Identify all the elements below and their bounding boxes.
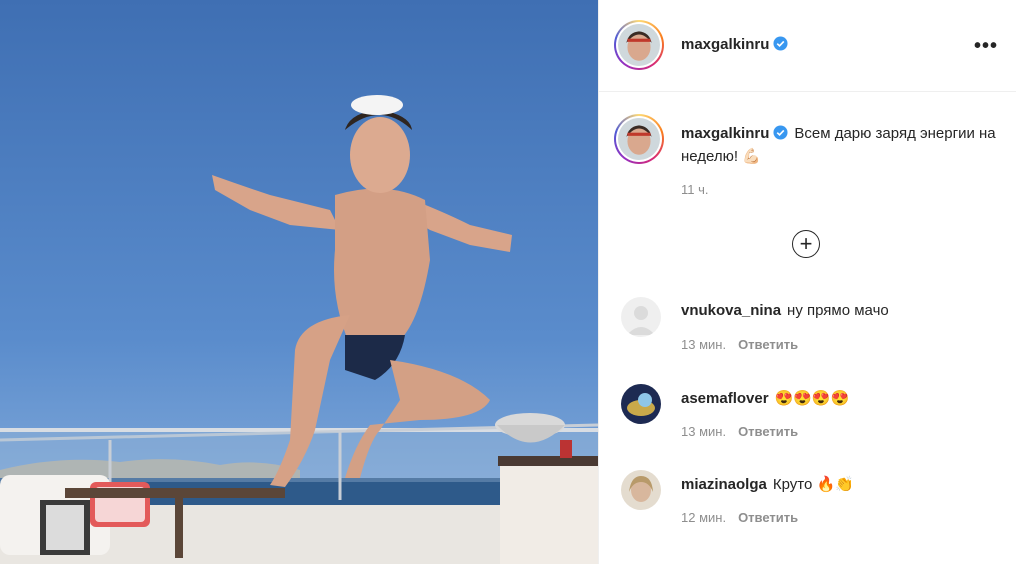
comment-avatar-image xyxy=(621,384,661,424)
author-avatar-image xyxy=(618,24,660,66)
reply-button[interactable]: Ответить xyxy=(738,337,798,352)
more-options-button[interactable]: ••• xyxy=(974,36,998,56)
post-timestamp[interactable]: 11 ч. xyxy=(681,182,709,197)
comment-text: asemaflover 😍😍😍😍 xyxy=(681,389,849,407)
comment-meta: 13 мин. Ответить xyxy=(681,424,798,439)
comment-item: miazinaolga Круто 🔥👏 12 мин. Ответить xyxy=(621,470,1001,530)
caption-avatar[interactable] xyxy=(614,114,664,164)
comment-text: miazinaolga Круто 🔥👏 xyxy=(681,475,854,493)
comment-avatar[interactable] xyxy=(621,384,661,424)
comment-time[interactable]: 13 мин. xyxy=(681,337,726,352)
comment-item: asemaflover 😍😍😍😍 13 мин. Ответить xyxy=(621,384,1001,444)
comment-body: ну прямо мачо xyxy=(787,302,889,319)
comment-item: vnukova_nina ну прямо мачо 13 мин. Ответит… xyxy=(621,297,1001,357)
comment-avatar[interactable] xyxy=(621,297,661,337)
instagram-post: maxgalkinru ••• maxgalkinru Всем дарю за… xyxy=(0,0,1016,564)
verified-badge-icon xyxy=(773,36,788,51)
comment-username[interactable]: miazinaolga xyxy=(681,476,767,493)
reply-button[interactable]: Ответить xyxy=(738,510,798,525)
comment-username[interactable]: asemaflover xyxy=(681,390,769,407)
post-photo[interactable] xyxy=(0,0,598,564)
load-more-comments-button[interactable]: + xyxy=(792,230,820,258)
post-photo-image xyxy=(0,0,598,564)
comment-username[interactable]: vnukova_nina xyxy=(681,302,781,319)
comment-meta: 13 мин. Ответить xyxy=(681,337,798,352)
comment-meta: 12 мин. Ответить xyxy=(681,510,798,525)
caption-username[interactable]: maxgalkinru xyxy=(681,125,788,142)
author-username[interactable]: maxgalkinru xyxy=(681,36,788,53)
author-avatar[interactable] xyxy=(614,20,664,70)
comment-text: vnukova_nina ну прямо мачо xyxy=(681,302,889,319)
comment-avatar-image xyxy=(621,470,661,510)
caption-avatar-image xyxy=(618,118,660,160)
verified-badge-icon xyxy=(773,125,788,140)
comment-avatar[interactable] xyxy=(621,470,661,510)
post-sidebar: maxgalkinru ••• maxgalkinru Всем дарю за… xyxy=(598,0,1016,564)
comment-body: 😍😍😍😍 xyxy=(774,390,850,407)
comment-time[interactable]: 13 мин. xyxy=(681,424,726,439)
default-avatar-icon xyxy=(621,297,661,337)
more-horizontal-icon: ••• xyxy=(974,35,999,57)
comment-body: Круто 🔥👏 xyxy=(772,476,854,493)
plus-circle-icon: + xyxy=(799,231,813,256)
reply-button[interactable]: Ответить xyxy=(738,424,798,439)
post-header: maxgalkinru ••• xyxy=(599,0,1016,92)
comment-time[interactable]: 12 мин. xyxy=(681,510,726,525)
caption-text: maxgalkinru Всем дарю заряд энергии на не… xyxy=(681,122,1001,168)
